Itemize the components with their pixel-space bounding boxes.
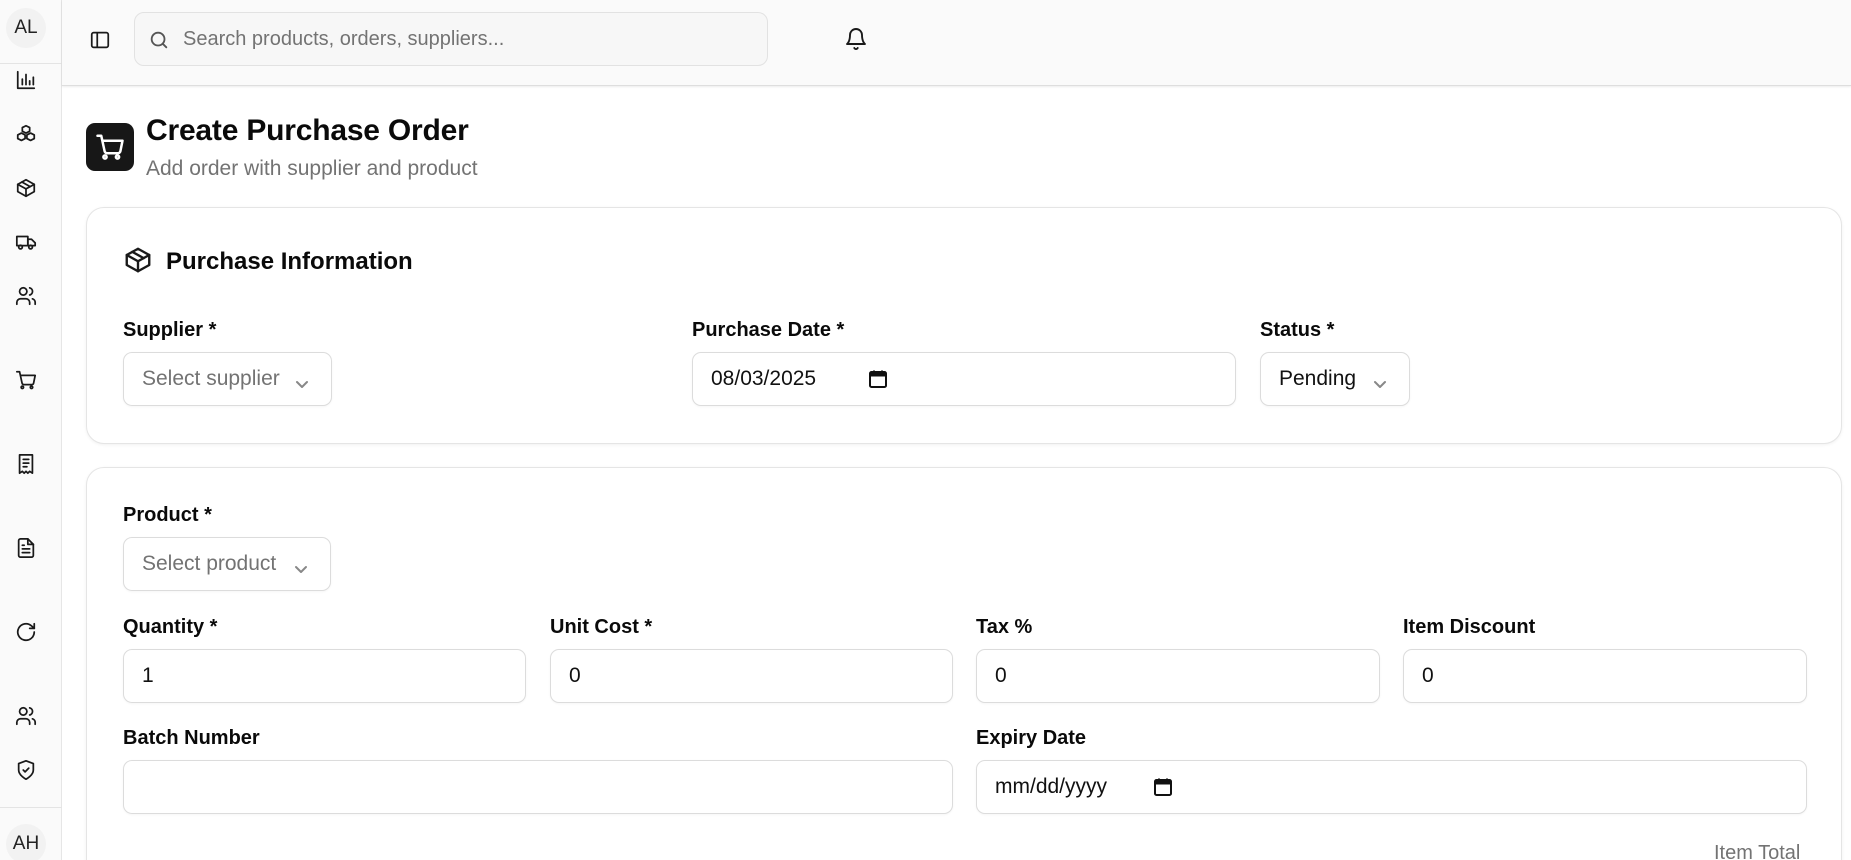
sidebar: AL AH [0, 0, 62, 860]
chevron-down-icon [294, 558, 308, 573]
item-discount-input[interactable]: 0 [1403, 649, 1807, 703]
unit-cost-value: 0 [569, 664, 581, 687]
expiry-date-label: Expiry Date [976, 727, 1087, 749]
purchase-date-label: Purchase Date * [692, 319, 845, 341]
tax-label: Tax % [976, 616, 1033, 638]
purchase-information-card: Purchase Information Supplier * Select s… [86, 207, 1842, 444]
expiry-date-input[interactable]: mm/dd/yyyy [976, 760, 1807, 814]
item-discount-label: Item Discount [1403, 616, 1536, 638]
topbar [62, 0, 1851, 86]
quantity-label: Quantity * [123, 616, 218, 638]
refresh-icon[interactable] [13, 619, 39, 645]
chevron-down-icon [295, 373, 309, 388]
card-title: Purchase Information [166, 248, 413, 275]
shield-check-icon[interactable] [13, 757, 39, 783]
unit-cost-input[interactable]: 0 [550, 649, 953, 703]
search-input[interactable] [135, 13, 767, 65]
page-subtitle: Add order with supplier and product [146, 157, 478, 180]
shopping-cart-icon[interactable] [13, 367, 39, 393]
chevron-down-icon [1373, 373, 1387, 388]
product-label: Product * [123, 504, 212, 526]
item-discount-value: 0 [1422, 664, 1434, 687]
supplier-placeholder: Select supplier [142, 367, 280, 390]
search-icon [150, 31, 168, 49]
order-item-card: Product * Select product Quantity * 1 Un… [86, 467, 1842, 860]
supplier-select[interactable]: Select supplier [123, 352, 332, 406]
status-value: Pending [1279, 367, 1357, 390]
batch-number-input[interactable] [123, 760, 953, 814]
bell-icon[interactable] [842, 25, 870, 53]
shopping-cart-icon [86, 123, 134, 171]
receipt-icon[interactable] [13, 451, 39, 477]
quantity-input[interactable]: 1 [123, 649, 526, 703]
item-total-label: Item Total [1714, 842, 1801, 860]
product-placeholder: Select product [142, 552, 277, 575]
purchase-date-input[interactable]: 08/03/2025 [692, 352, 1236, 406]
quantity-value: 1 [142, 664, 154, 687]
supplier-label: Supplier * [123, 319, 217, 341]
product-select[interactable]: Select product [123, 537, 331, 591]
batch-number-label: Batch Number [123, 727, 260, 749]
purchase-date-value: 08/03/2025 [711, 367, 817, 390]
search-box [134, 12, 768, 66]
sidebar-divider [0, 807, 62, 808]
calendar-icon[interactable] [1152, 776, 1174, 798]
status-select[interactable]: Pending [1260, 352, 1410, 406]
bar-chart-icon[interactable] [13, 67, 39, 93]
page-title: Create Purchase Order [146, 114, 469, 147]
package-icon[interactable] [13, 175, 39, 201]
user-avatar[interactable]: AL [6, 8, 46, 48]
footer-avatar[interactable]: AH [6, 824, 46, 860]
calendar-icon[interactable] [867, 368, 889, 390]
status-label: Status * [1260, 319, 1335, 341]
expiry-date-placeholder: mm/dd/yyyy [995, 775, 1108, 798]
truck-icon[interactable] [13, 229, 39, 255]
file-text-icon[interactable] [13, 535, 39, 561]
unit-cost-label: Unit Cost * [550, 616, 653, 638]
tax-input[interactable]: 0 [976, 649, 1380, 703]
package-icon [123, 245, 153, 275]
users-icon[interactable] [13, 703, 39, 729]
boxes-icon[interactable] [13, 121, 39, 147]
users-icon[interactable] [13, 283, 39, 309]
sidebar-divider [0, 63, 62, 64]
tax-value: 0 [995, 664, 1007, 687]
sidebar-toggle-icon[interactable] [86, 26, 114, 54]
